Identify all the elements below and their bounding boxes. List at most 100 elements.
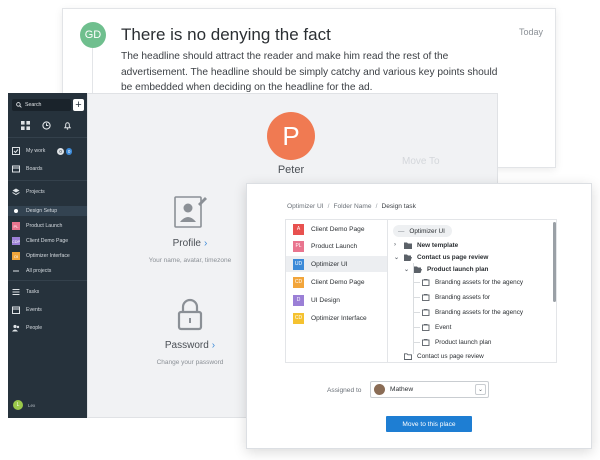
breadcrumb-item[interactable]: Folder Name — [333, 203, 371, 210]
tree-item[interactable]: Product launch plan — [422, 336, 492, 348]
password-tile[interactable]: Password › Change your password — [125, 298, 255, 366]
folder-outline-icon — [404, 352, 412, 360]
sidebar-item-tasks[interactable]: Tasks — [12, 287, 39, 297]
message-avatar: GD — [80, 22, 106, 48]
sidebar-item-label: Events — [26, 307, 42, 313]
project-item-client-demo-page[interactable]: CDP Client Demo Page — [12, 236, 68, 246]
user-name: Lex — [28, 402, 36, 408]
destination-chooser: A Client Demo Page PL Product Launch UD … — [285, 219, 557, 363]
tree-item[interactable]: Branding assets for — [422, 291, 490, 303]
project-option-label: Product Launch — [311, 242, 358, 250]
search-label: Search — [25, 102, 42, 108]
checkbox-icon — [12, 147, 20, 155]
chevron-right-icon: › — [204, 238, 208, 249]
active-dot-icon — [12, 207, 20, 215]
sidebar-item-people[interactable]: People — [12, 323, 42, 333]
move-to-dialog: Optimizer UI / Folder Name / Design task A C… — [246, 183, 592, 449]
tree-folder[interactable]: ⌄ Product launch plan — [404, 263, 488, 275]
folder-tree: — Optimizer UI › New template ⌄ Contact … — [390, 220, 550, 362]
sidebar-item-label: Tasks — [26, 289, 40, 295]
project-item-optimizer-interface[interactable]: OI Optimizer Interface — [12, 251, 70, 261]
profile-card-icon — [174, 196, 207, 228]
project-option-label: Optimizer Interface — [311, 314, 367, 322]
assignee-select[interactable]: Mathew ⌄ — [370, 381, 489, 398]
task-icon — [422, 293, 430, 301]
project-option[interactable]: PL Product Launch — [286, 238, 387, 254]
lock-icon — [177, 298, 203, 331]
grid-icon[interactable] — [21, 121, 30, 130]
sidebar: Search + My work 0 0 Boards Projects Des… — [8, 93, 87, 418]
assigned-to-label: Assigned to — [327, 387, 362, 394]
project-color-square: UD — [293, 258, 304, 270]
calendar-icon — [12, 306, 20, 314]
project-option[interactable]: D UI Design — [286, 292, 387, 308]
move-to-this-place-button[interactable]: Move to this place — [386, 416, 472, 432]
ghost-text: Move To — [402, 156, 440, 167]
tree-root-label: Optimizer UI — [409, 227, 445, 235]
task-icon — [422, 278, 430, 286]
sidebar-item-label: My work — [26, 148, 46, 154]
tree-folder[interactable]: › New template — [394, 239, 458, 251]
all-projects-link[interactable]: All projects — [12, 266, 51, 276]
search-icon — [16, 102, 22, 108]
project-label: Product Launch — [26, 223, 63, 229]
chevron-right-icon: › — [394, 242, 396, 248]
project-option-selected[interactable]: UD Optimizer UI — [286, 256, 387, 272]
collapse-icon: — — [398, 227, 405, 235]
tree-folder[interactable]: ⌄ Contact us page review — [394, 251, 488, 263]
project-color-square: CD — [293, 276, 304, 288]
password-tile-title: Password — [164, 340, 209, 351]
task-icon — [422, 308, 430, 316]
dash-icon — [12, 267, 20, 275]
people-icon — [12, 324, 20, 332]
sidebar-item-my-work[interactable]: My work 0 0 — [12, 146, 73, 156]
bell-icon[interactable] — [63, 121, 72, 130]
project-label: Optimizer Interface — [26, 253, 70, 259]
scrollbar[interactable] — [553, 222, 556, 302]
sidebar-item-boards[interactable]: Boards — [12, 164, 42, 174]
project-list: A Client Demo Page PL Product Launch UD … — [286, 220, 388, 362]
project-item-design-setup[interactable]: Design Setup — [12, 206, 57, 216]
add-button[interactable]: + — [73, 99, 84, 111]
tree-label: Product launch plan — [435, 338, 492, 346]
project-option[interactable]: CD Optimizer Interface — [286, 310, 387, 326]
all-projects-label: All projects — [26, 268, 52, 274]
current-user[interactable]: L Lex — [13, 400, 35, 410]
project-option[interactable]: CD Client Demo Page — [286, 274, 387, 290]
layers-icon — [12, 188, 20, 196]
project-item-product-launch[interactable]: PL Product Launch — [12, 221, 62, 231]
tree-root[interactable]: — Optimizer UI — [393, 225, 452, 237]
chevron-down-icon: ⌄ — [404, 266, 410, 273]
tree-item[interactable]: Branding assets for the agency — [422, 306, 523, 318]
clock-icon[interactable] — [42, 121, 51, 130]
project-color-square: A — [293, 223, 304, 235]
tree-label: Product launch plan — [427, 265, 489, 273]
sidebar-item-projects[interactable]: Projects — [12, 187, 45, 197]
tree-guide — [414, 312, 420, 313]
sidebar-search[interactable]: Search — [12, 99, 71, 111]
folder-open-icon — [414, 266, 422, 273]
project-option[interactable]: A Client Demo Page — [286, 221, 387, 237]
tree-item[interactable]: Event — [422, 321, 451, 333]
message-title: There is no denying the fact — [121, 25, 331, 44]
count-badge: 0 — [57, 147, 64, 155]
sidebar-toolbar — [21, 121, 72, 130]
tree-item[interactable]: Branding assets for the agency — [422, 276, 523, 288]
task-icon — [422, 338, 430, 346]
project-option-label: Client Demo Page — [311, 278, 365, 286]
message-body: The headline should attract the reader a… — [121, 51, 498, 93]
project-color-square: PL — [12, 222, 20, 230]
chevron-down-icon: ⌄ — [475, 384, 486, 395]
profile-avatar[interactable]: P — [267, 112, 315, 160]
tree-label: Branding assets for the agency — [435, 278, 524, 286]
chevron-right-icon: › — [211, 340, 216, 351]
profile-tile[interactable]: Profile › Your name, avatar, timezone — [125, 194, 255, 264]
breadcrumb-item[interactable]: Optimizer UI — [287, 203, 324, 210]
tree-folder[interactable]: Contact us page review — [404, 350, 484, 362]
sidebar-item-label: Projects — [26, 189, 45, 195]
chevron-down-icon: ⌄ — [394, 254, 400, 261]
project-color-square: CDP — [11, 237, 21, 245]
sidebar-item-events[interactable]: Events — [12, 305, 42, 315]
tree-label: New template — [417, 241, 459, 249]
project-color-square: CD — [293, 312, 304, 324]
